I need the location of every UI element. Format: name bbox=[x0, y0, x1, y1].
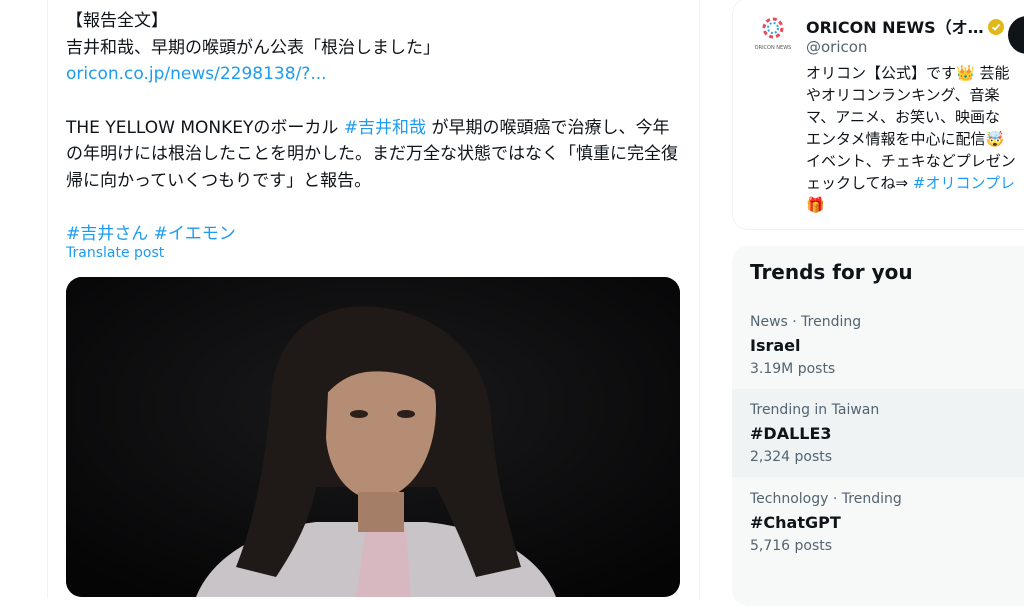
trend-context: Trending in Taiwan bbox=[750, 402, 880, 418]
tweet-body: THE YELLOW MONKEYのボーカル #吉井和哉 が早期の喉頭癌で治療し… bbox=[66, 115, 686, 195]
translate-post-button[interactable]: Translate post bbox=[66, 245, 164, 261]
portrait-image bbox=[66, 277, 680, 597]
gift-icon: 🎁 bbox=[806, 196, 825, 214]
verified-badge-icon bbox=[987, 19, 1004, 35]
trend-context: Technology · Trending bbox=[750, 491, 902, 507]
tweet-text: 【報告全文】 吉井和哉、早期の喉頭がん公表「根治しました」 oricon.co.… bbox=[66, 8, 686, 248]
trend-name: #ChatGPT bbox=[750, 513, 841, 532]
trend-item[interactable]: Technology · Trending #ChatGPT 5,716 pos… bbox=[732, 478, 1024, 566]
trend-item[interactable]: News · Trending Israel 3.19M posts bbox=[732, 301, 1024, 389]
hashtag-link[interactable]: #イエモン bbox=[154, 224, 236, 244]
tweet-body-text: THE YELLOW MONKEYのボーカル bbox=[66, 117, 344, 138]
hashtag-link[interactable]: #吉井和哉 bbox=[344, 118, 426, 138]
news-link[interactable]: oricon.co.jp/news/2298138/?... bbox=[66, 64, 327, 84]
bio-text: オリコン【公式】です👑 芸能 やオリコンランキング、音楽 マ、アニメ、お笑い、映… bbox=[806, 64, 1016, 192]
avatar-caption: ORICON NEWS bbox=[755, 45, 792, 51]
trend-count: 2,324 posts bbox=[750, 449, 833, 465]
trends-title: Trends for you bbox=[750, 260, 913, 284]
trend-item[interactable]: Trending in Taiwan #DALLE3 2,324 posts bbox=[732, 389, 1024, 477]
profile-handle[interactable]: @oricon bbox=[806, 38, 867, 56]
tweet-photo[interactable] bbox=[66, 277, 680, 597]
tweet-line: 【報告全文】 bbox=[66, 11, 168, 31]
trend-name: #DALLE3 bbox=[750, 424, 832, 443]
profile-name-text: ORICON NEWS（オ… bbox=[806, 18, 984, 37]
tweet-line: 吉井和哉、早期の喉頭がん公表「根治しました」 bbox=[66, 37, 440, 58]
profile-name[interactable]: ORICON NEWS（オ… bbox=[806, 14, 1004, 38]
trend-count: 5,716 posts bbox=[750, 538, 833, 554]
hashtag-link[interactable]: #吉井さん bbox=[66, 224, 148, 244]
trend-count: 3.19M posts bbox=[750, 361, 836, 377]
trends-panel: Trends for you News · Trending Israel 3.… bbox=[732, 246, 1024, 606]
bio-hashtag-link[interactable]: #オリコンプレ bbox=[913, 174, 1015, 192]
oricon-logo-avatar[interactable]: ORICON NEWS bbox=[754, 16, 792, 54]
trend-context: News · Trending bbox=[750, 314, 862, 330]
profile-bio: オリコン【公式】です👑 芸能 やオリコンランキング、音楽 マ、アニメ、お笑い、映… bbox=[806, 62, 1024, 216]
trend-name: Israel bbox=[750, 336, 801, 355]
